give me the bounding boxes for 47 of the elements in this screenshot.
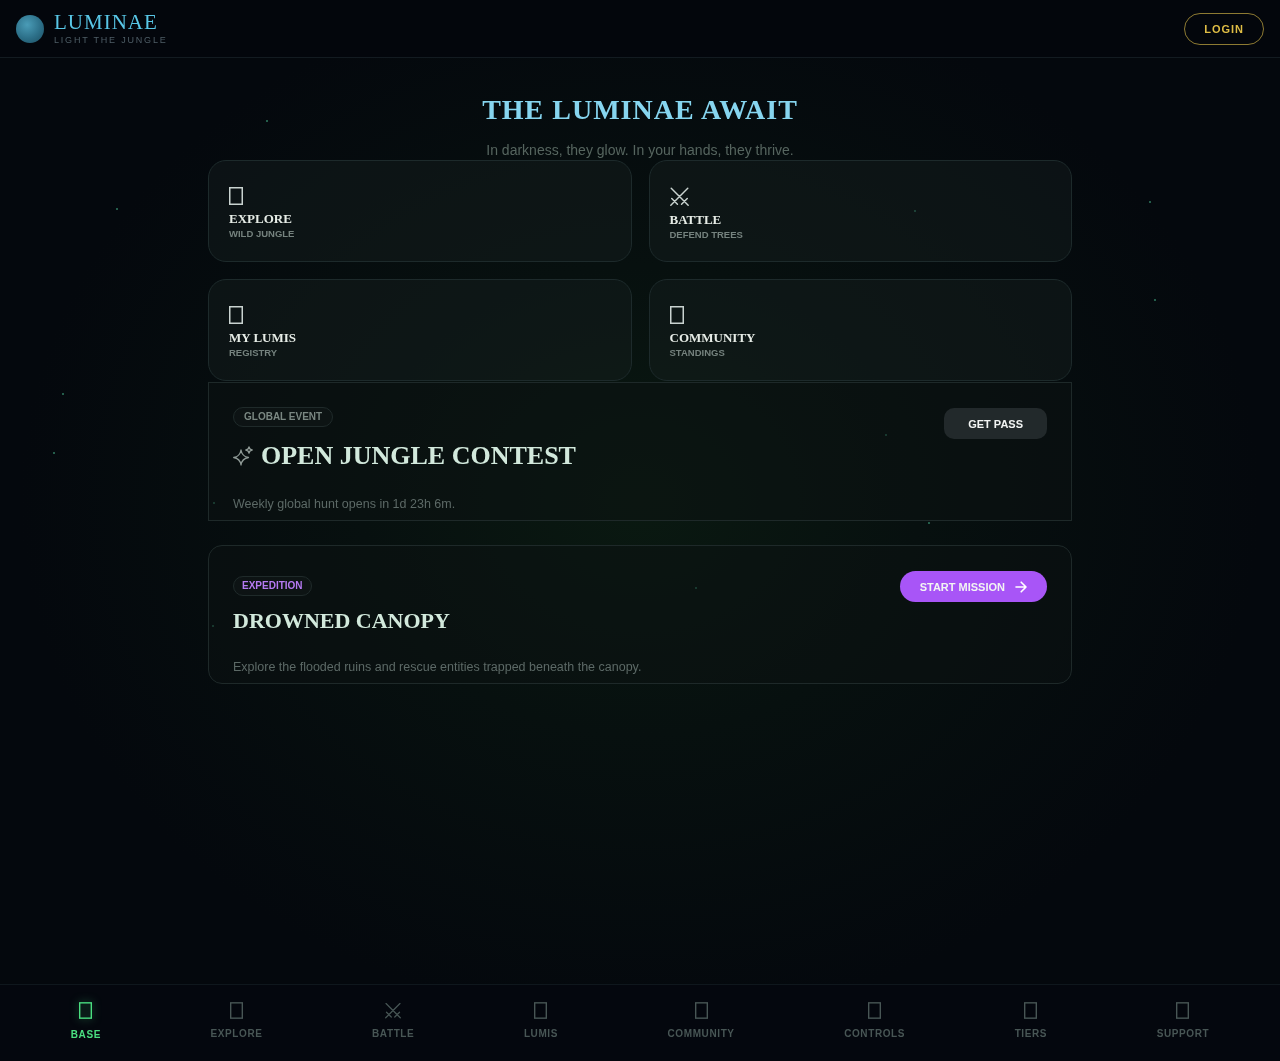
logo-text: LUMINAE <box>54 11 159 33</box>
missing-glyph-icon <box>694 1002 708 1019</box>
nav-tab[interactable]: COMMUNITY <box>667 985 735 1039</box>
missing-glyph-icon <box>229 306 243 324</box>
event-tag: EXPEDITION <box>233 576 312 596</box>
menu-card[interactable]: BATTLE DEFEND TREES <box>648 160 1072 262</box>
card-title: COMMUNITY <box>669 330 756 346</box>
event-title: OPEN JUNGLE CONTEST <box>261 440 576 472</box>
card-subtitle: DEFEND TREES <box>669 229 743 241</box>
action-button[interactable]: START MISSION <box>899 571 1047 602</box>
event-title: DROWNED CANOPY <box>233 607 450 636</box>
missing-glyph-icon <box>229 187 243 205</box>
event-tag: GLOBAL EVENT <box>233 407 334 427</box>
crossed-swords-icon <box>385 1002 402 1019</box>
missing-glyph-icon <box>1024 1002 1038 1019</box>
card-title: EXPLORE <box>229 211 292 227</box>
crossed-swords-icon <box>669 187 689 206</box>
nav-tab[interactable]: TIERS <box>1014 985 1048 1039</box>
action-button[interactable]: GET PASS <box>944 408 1047 439</box>
nav-tab[interactable]: EXPLORE <box>210 985 263 1039</box>
nav-tab[interactable]: SUPPORT <box>1156 985 1210 1039</box>
nav-tab[interactable]: BATTLE <box>372 985 415 1039</box>
missing-glyph-icon <box>669 306 684 324</box>
missing-glyph-icon <box>1176 1002 1190 1019</box>
page-subtitle: In darkness, they glow. In your hands, they thrive. <box>486 141 794 159</box>
page-title: THE LUMINAE AWAIT <box>482 93 798 127</box>
event-description: Weekly global hunt opens in 1d 23h 6m. <box>233 496 457 513</box>
logo-tagline: LIGHT THE JUNGLE <box>54 35 168 46</box>
sparkle-icon <box>233 446 253 466</box>
menu-card[interactable]: EXPLORE WILD JUNGLE <box>208 160 632 262</box>
menu-card[interactable]: COMMUNITY STANDINGS <box>648 279 1072 381</box>
menu-card[interactable]: MY LUMIS REGISTRY <box>208 279 632 381</box>
arrow-right-icon <box>1015 580 1027 593</box>
logo-orb-icon <box>16 14 44 43</box>
card-subtitle: REGISTRY <box>229 347 278 359</box>
card-title: BATTLE <box>669 212 722 228</box>
card-subtitle: STANDINGS <box>669 347 725 359</box>
nav-tab[interactable]: LUMIS <box>523 985 558 1039</box>
nav-tab[interactable]: CONTROLS <box>844 985 906 1039</box>
card-title: MY LUMIS <box>229 330 297 346</box>
missing-glyph-icon <box>534 1002 548 1019</box>
missing-glyph-icon <box>230 1002 243 1019</box>
nav-tab[interactable]: BASE <box>70 985 101 1040</box>
missing-glyph-icon <box>868 1002 882 1019</box>
missing-glyph-icon <box>79 1002 93 1019</box>
card-subtitle: WILD JUNGLE <box>229 228 295 240</box>
event-description: Explore the flooded ruins and rescue entities trapped beneath the canopy. <box>233 658 643 676</box>
